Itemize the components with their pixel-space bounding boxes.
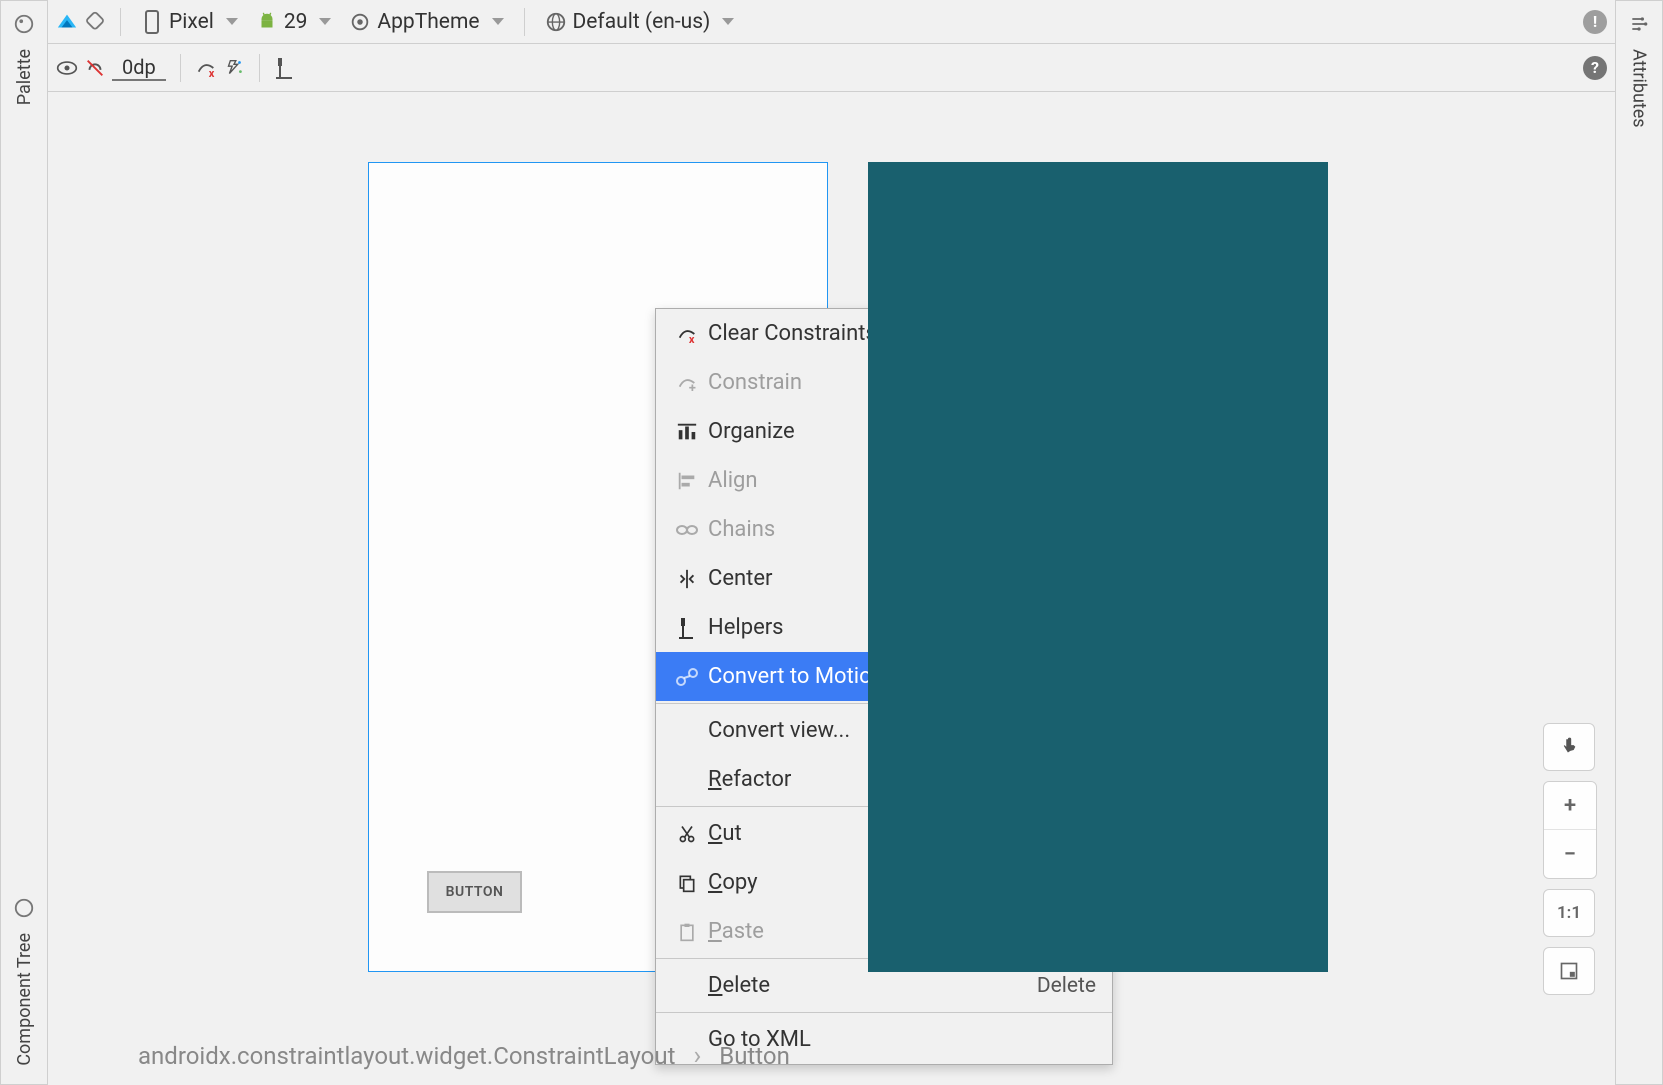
menu-separator <box>656 1012 1112 1013</box>
chevron-right-icon <box>693 1041 701 1071</box>
warnings-icon[interactable]: ! <box>1583 10 1607 34</box>
autoconnect-icon[interactable] <box>84 57 106 79</box>
zoom-actual-button[interactable]: 1:1 <box>1543 889 1595 937</box>
breadcrumb-leaf[interactable]: Button <box>719 1042 790 1070</box>
component-tree-tab[interactable]: Component Tree <box>14 933 35 1066</box>
orientation-icon[interactable] <box>84 11 106 33</box>
organize-icon <box>672 421 702 443</box>
device-label: Pixel <box>169 10 214 34</box>
svg-text:+: + <box>689 381 696 394</box>
help-icon[interactable]: ? <box>1583 56 1607 80</box>
android-icon <box>256 11 278 33</box>
breadcrumb-root[interactable]: androidx.constraintlayout.widget.Constra… <box>138 1042 675 1070</box>
preview-button-widget[interactable]: BUTTON <box>427 871 522 913</box>
default-margin-input[interactable]: 0dp <box>112 55 166 81</box>
button-text: BUTTON <box>446 884 504 900</box>
design-toolbar: 0dp x ? <box>48 44 1615 92</box>
separator <box>180 54 181 82</box>
zoom-in-button[interactable]: + <box>1544 782 1596 830</box>
margin-value: 0dp <box>122 55 156 79</box>
pan-button[interactable] <box>1543 723 1595 771</box>
device-selector[interactable]: Pixel <box>135 8 244 36</box>
design-surface-icon[interactable] <box>56 11 78 33</box>
left-rail: Palette Component Tree <box>0 0 48 1085</box>
copy-icon <box>672 873 702 893</box>
component-tree-icon[interactable] <box>13 897 35 919</box>
separator <box>524 8 525 36</box>
right-rail: Attributes <box>1615 0 1663 1085</box>
attributes-tab[interactable]: Attributes <box>1629 49 1650 128</box>
separator <box>120 8 121 36</box>
infer-constraints-icon[interactable] <box>223 57 245 79</box>
locale-selector[interactable]: Default (en-us) <box>539 8 741 36</box>
chains-icon <box>672 522 702 538</box>
svg-text:x: x <box>689 333 695 345</box>
palette-tab[interactable]: Palette <box>14 49 35 105</box>
clear-constraints-icon: x <box>672 323 702 345</box>
api-label: 29 <box>284 10 308 34</box>
align-icon <box>672 470 702 492</box>
zoom-fit-button[interactable] <box>1543 947 1595 995</box>
theme-label: AppTheme <box>377 10 479 34</box>
theme-icon <box>349 11 371 33</box>
motion-icon <box>672 667 702 687</box>
api-selector[interactable]: 29 <box>250 8 338 36</box>
clear-constraints-icon[interactable]: x <box>195 57 217 79</box>
design-canvas[interactable]: BUTTON x Clear Constraints of Selection … <box>48 92 1615 1085</box>
zoom-controls: + − 1:1 <box>1543 723 1597 995</box>
locale-label: Default (en-us) <box>573 10 711 34</box>
phone-icon <box>141 11 163 33</box>
shortcut: Delete <box>1037 974 1096 998</box>
palette-icon[interactable] <box>13 13 35 35</box>
config-toolbar: Pixel 29 AppTheme Default (en-us) ! <box>48 0 1615 44</box>
constrain-icon: + <box>672 372 702 394</box>
zoom-out-button[interactable]: − <box>1544 830 1596 878</box>
attributes-icon[interactable] <box>1628 13 1650 35</box>
cut-icon <box>672 824 702 844</box>
breadcrumb: androidx.constraintlayout.widget.Constra… <box>138 1041 790 1071</box>
center-icon <box>672 568 702 590</box>
guidelines-icon[interactable] <box>274 57 296 79</box>
theme-selector[interactable]: AppTheme <box>343 8 509 36</box>
view-options-icon[interactable] <box>56 57 78 79</box>
blueprint-preview[interactable] <box>868 162 1328 972</box>
separator <box>259 54 260 82</box>
helpers-icon <box>672 616 702 640</box>
svg-text:x: x <box>209 67 215 80</box>
globe-icon <box>545 11 567 33</box>
paste-icon <box>672 921 702 943</box>
design-preview[interactable]: BUTTON x Clear Constraints of Selection … <box>368 162 828 972</box>
